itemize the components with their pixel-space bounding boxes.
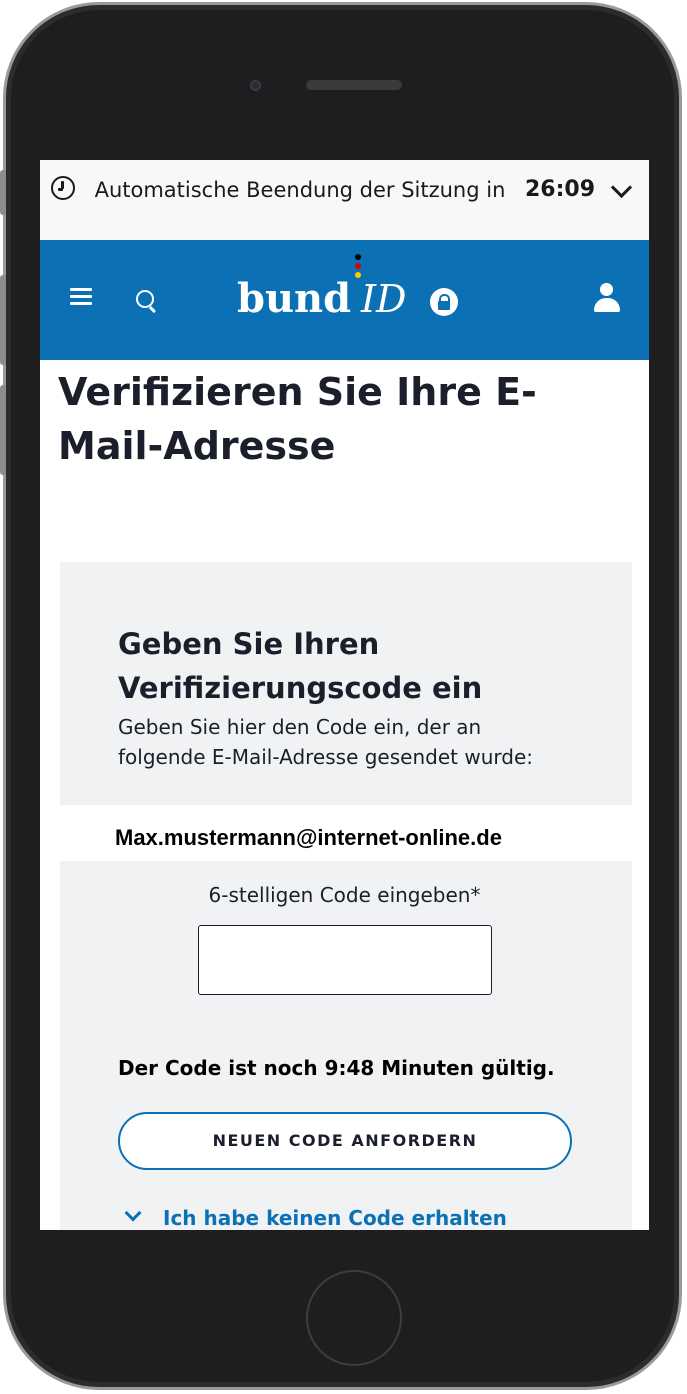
logo-dot-red [355,263,361,269]
session-timeout-text: Automatische Beendung der Sitzung in [94,178,506,202]
card-title: Geben Sie Ihren Verifizierungscode ein [118,627,483,705]
logo-text-id: ID [361,277,407,321]
menu-icon[interactable] [70,288,92,306]
site-header: bund ID [40,240,649,360]
clock-icon [51,176,75,200]
volume-down-button [0,385,6,475]
code-validity-text: Der Code ist noch 9:48 Minuten gültig. [118,1056,555,1080]
email-address: Max.mustermann@internet-online.de [115,825,502,850]
lock-icon [430,288,458,316]
session-timeout-time: 26:09 [525,177,596,202]
home-button [306,1270,402,1366]
logo-text-bund: bund [237,275,352,322]
phone-screen: Automatische Beendung der Sitzung in 26:… [40,160,649,1230]
code-input-label: 6-stelligen Code eingeben* [208,883,481,907]
volume-up-button [0,275,6,365]
page-title: Verifizieren Sie Ihre E-Mail-Adresse [58,370,537,468]
bundid-logo[interactable]: bund ID [237,254,465,344]
front-camera [250,80,261,91]
search-icon[interactable] [136,290,154,308]
session-timeout-bar: Automatische Beendung der Sitzung in 26:… [40,160,649,240]
mute-switch [0,170,6,215]
no-code-received-label: Ich habe keinen Code erhalten [163,1206,507,1230]
earpiece-speaker [306,80,402,90]
user-icon[interactable] [592,283,622,315]
chevron-down-icon[interactable] [610,176,633,199]
verification-code-input[interactable] [198,925,492,995]
no-code-received-toggle[interactable]: Ich habe keinen Code erhalten [124,1201,645,1230]
chevron-down-icon [124,1204,142,1222]
card-description: Geben Sie hier den Code ein, der an folg… [118,715,533,769]
request-new-code-button[interactable]: NEUEN CODE ANFORDERN [118,1112,572,1170]
logo-dot-black [355,254,361,260]
